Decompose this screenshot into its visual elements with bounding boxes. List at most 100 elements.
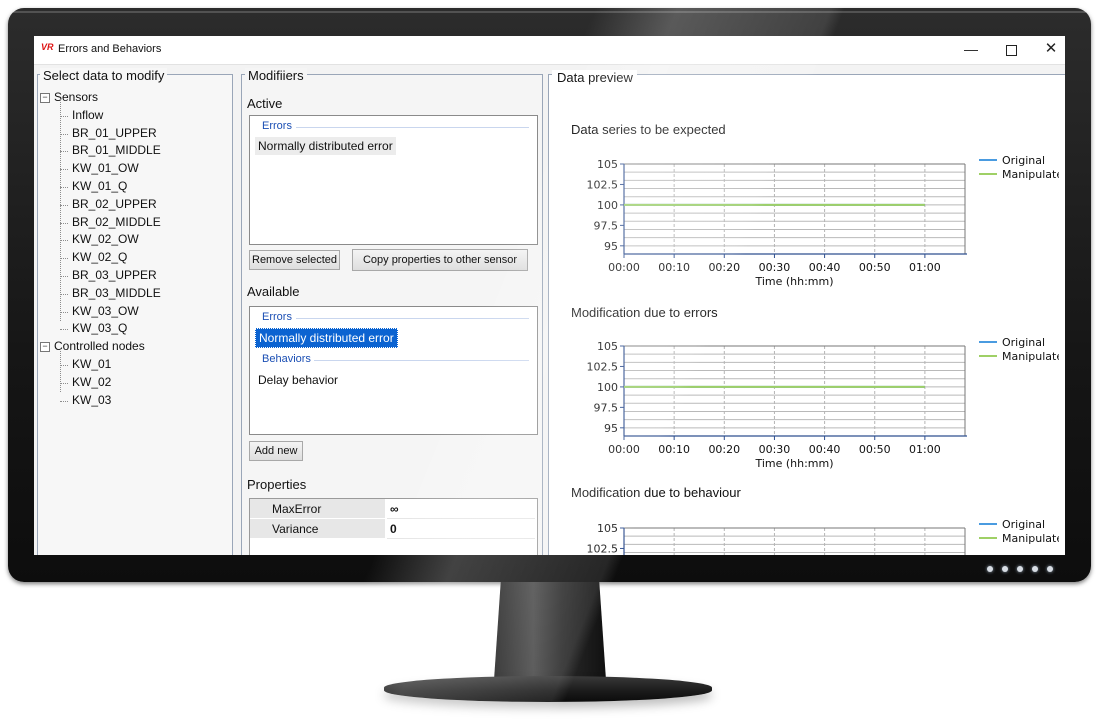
monitor-stand-neck	[494, 582, 606, 680]
app-window: VR Errors and Behaviors — ✕ Select data …	[34, 36, 1065, 555]
tree-panel-title: Select data to modify	[40, 68, 168, 83]
title-bar: VR Errors and Behaviors — ✕	[34, 36, 1065, 65]
tree-item[interactable]: KW_01_Q	[38, 178, 228, 196]
tree-item[interactable]: KW_02_Q	[38, 249, 228, 267]
y-tick-label: 105	[597, 340, 618, 353]
properties-heading: Properties	[247, 477, 307, 492]
tree-item[interactable]: KW_03_OW	[38, 303, 228, 321]
available-error-item[interactable]: Normally distributed error	[255, 328, 398, 348]
available-behavior-item[interactable]: Delay behavior	[255, 371, 341, 389]
tree-item-label: KW_02_OW	[72, 232, 139, 247]
tree-item[interactable]: BR_02_MIDDLE	[38, 214, 228, 232]
properties-grid: MaxError ∞ Variance 0	[249, 498, 538, 555]
tree-item-label: KW_03_OW	[72, 303, 139, 318]
property-name: MaxError	[272, 502, 322, 516]
tree-item[interactable]: Inflow	[38, 107, 228, 125]
tree-item[interactable]: KW_03	[38, 392, 228, 410]
tree-item[interactable]: BR_01_UPPER	[38, 125, 228, 143]
tree-item[interactable]: BR_03_UPPER	[38, 267, 228, 285]
close-icon: ✕	[1044, 40, 1058, 57]
collapse-icon[interactable]: −	[40, 93, 50, 103]
tree-group[interactable]: − Sensors	[38, 89, 228, 107]
tree-group[interactable]: − Controlled nodes	[38, 338, 228, 356]
tree-children: Inflow BR_01_UPPER BR_01_MIDDLE KW_01_OW KW_…	[38, 98, 228, 338]
tree-item[interactable]: BR_03_MIDDLE	[38, 285, 228, 303]
available-behaviors-group-label: Behaviors	[262, 353, 311, 365]
x-tick-label: 00:00	[608, 261, 640, 274]
active-errors-group-label: Errors	[262, 120, 292, 132]
monitor-button	[1032, 566, 1038, 572]
group-divider	[296, 127, 529, 128]
chart-title: Data series to be expected	[571, 122, 726, 137]
x-axis-label: Time (hh:mm)	[754, 457, 833, 470]
y-tick-label: 97.5	[594, 401, 619, 414]
monitor-button	[1002, 566, 1008, 572]
property-name: Variance	[272, 522, 319, 536]
minimize-icon: —	[964, 41, 978, 57]
monitor-buttons	[987, 566, 1053, 572]
app-logo-icon: VR	[41, 42, 54, 52]
property-value-cell[interactable]: 0	[387, 519, 535, 539]
x-tick-label: 00:10	[658, 443, 690, 456]
tree-item-label: BR_02_UPPER	[72, 196, 157, 211]
copy-properties-button[interactable]: Copy properties to other sensor	[352, 249, 528, 271]
active-error-item[interactable]: Normally distributed error	[255, 137, 396, 155]
collapse-icon[interactable]: −	[40, 342, 50, 353]
x-tick-label: 01:00	[909, 261, 941, 274]
chart-behaviour-modification: 105 102.5 OriginalManipulated	[587, 518, 1059, 555]
tree-item[interactable]: KW_01	[38, 356, 228, 374]
minimize-button[interactable]: —	[956, 39, 986, 59]
tree-item-label: KW_01	[72, 356, 112, 371]
modifiers-panel: Modifiiers Active Errors Normally distri…	[241, 68, 543, 555]
available-modifiers-list[interactable]: Errors Normally distributed error Behavi…	[249, 306, 538, 435]
modifiers-panel-title: Modifiiers	[245, 68, 307, 83]
legend-label: Manipulated	[1002, 168, 1059, 181]
y-tick-label: 102.5	[587, 178, 619, 191]
maximize-button[interactable]	[996, 39, 1026, 59]
y-tick-label: 105	[597, 522, 618, 535]
x-tick-label: 00:40	[809, 443, 841, 456]
tree-item[interactable]: KW_02	[38, 374, 228, 392]
x-tick-label: 00:20	[708, 261, 740, 274]
maximize-icon	[1005, 44, 1017, 56]
property-value: 0	[390, 522, 397, 536]
legend-label: Original	[1002, 154, 1045, 167]
tree-item-label: BR_03_MIDDLE	[72, 285, 161, 300]
property-value: ∞	[390, 502, 399, 516]
chart-errors-modification: 105 102.5 100 97.5 95 00:00 00:10 00:20 00:30 00:…	[587, 336, 1060, 470]
close-button[interactable]: ✕	[1036, 39, 1065, 59]
tree-item[interactable]: KW_03_Q	[38, 320, 228, 338]
tree-item[interactable]: BR_01_MIDDLE	[38, 142, 228, 160]
available-errors-group-label: Errors	[262, 311, 292, 323]
x-axis-label: Time (hh:mm)	[754, 275, 833, 288]
tree-item[interactable]: KW_02_OW	[38, 231, 228, 249]
chart-title: Modification due to behaviour	[571, 485, 741, 500]
active-modifiers-list[interactable]: Errors Normally distributed error	[249, 115, 538, 245]
tree-item[interactable]: KW_01_OW	[38, 160, 228, 178]
remove-selected-button[interactable]: Remove selected	[249, 250, 340, 270]
y-tick-label: 97.5	[594, 219, 619, 232]
tree-item-label: KW_01_OW	[72, 161, 139, 176]
tree-item-label: BR_03_UPPER	[72, 267, 157, 282]
property-value-cell[interactable]: ∞	[387, 499, 535, 519]
sensor-tree: − Sensors Inflow BR_01_UPPER BR_01_MIDDLE KW_…	[38, 89, 228, 409]
monitor-button	[987, 566, 993, 572]
property-row[interactable]: MaxError ∞	[250, 499, 537, 519]
y-tick-label: 100	[597, 381, 618, 394]
property-row[interactable]: Variance 0	[250, 519, 537, 539]
legend-label: Manipulated	[1002, 532, 1059, 545]
x-tick-label: 00:30	[759, 261, 791, 274]
chart-expected-series: 105 102.5 100 97.5 95 00:00 00:10 00:20 00:30 00:…	[587, 154, 1060, 288]
preview-panel-title: Data preview	[552, 70, 637, 85]
x-tick-label: 01:00	[909, 443, 941, 456]
tree-group-label: Controlled nodes	[54, 339, 145, 354]
y-tick-label: 105	[597, 158, 618, 171]
chart-title: Modification due to errors	[571, 305, 718, 320]
y-tick-label: 95	[604, 422, 618, 435]
legend-label: Original	[1002, 336, 1045, 349]
tree-item[interactable]: BR_02_UPPER	[38, 196, 228, 214]
group-divider	[314, 360, 529, 361]
add-new-button[interactable]: Add new	[249, 441, 303, 461]
tree-item-label: BR_01_MIDDLE	[72, 143, 161, 158]
x-tick-label: 00:10	[658, 261, 690, 274]
